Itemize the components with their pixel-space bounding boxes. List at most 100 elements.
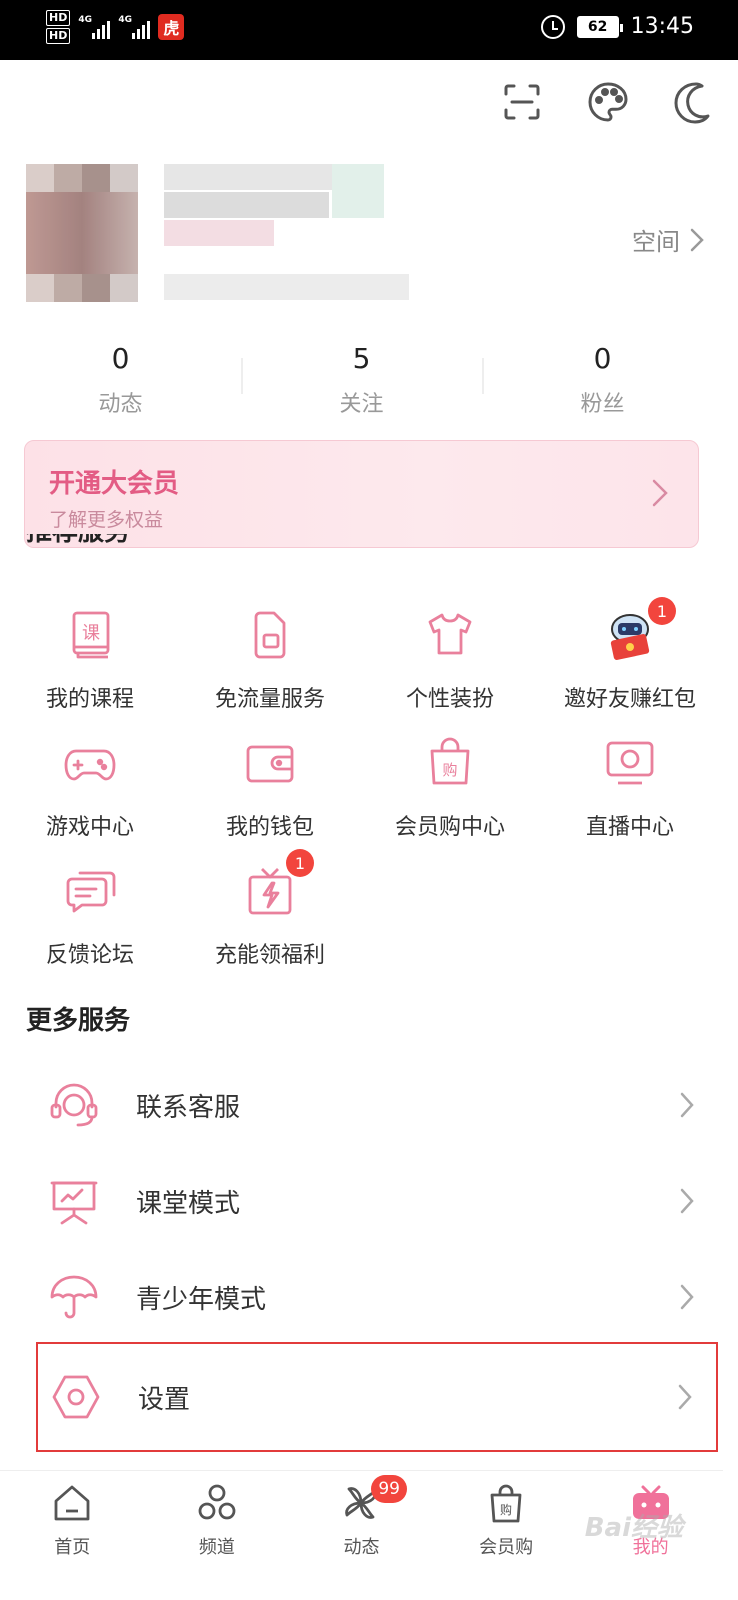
vip-title: 开通大会员 — [49, 469, 180, 499]
menu-label: 联系客服 — [136, 1092, 241, 1123]
home-icon — [54, 1485, 90, 1521]
sim-card-icon — [242, 607, 298, 663]
nav-label: 首页 — [54, 1537, 91, 1558]
umbrella-icon — [48, 1271, 100, 1323]
menu-teen-mode[interactable]: 青少年模式 — [36, 1249, 718, 1345]
scan-icon[interactable] — [500, 80, 544, 128]
stats-bar: 0 动态 5 关注 0 粉丝 — [0, 340, 723, 418]
tshirt-icon — [422, 607, 478, 663]
space-link-label: 空间 — [632, 228, 680, 256]
service-game-center[interactable]: 游戏中心 — [0, 735, 180, 841]
svg-text:购: 购 — [500, 1502, 512, 1517]
nav-channels[interactable]: 频道 — [145, 1471, 290, 1600]
service-label: 我的钱包 — [225, 815, 314, 840]
chat-bubbles-icon — [62, 863, 118, 919]
baidu-watermark: Bai经验 — [584, 1513, 683, 1543]
stat-label: 关注 — [339, 392, 384, 417]
notification-badge: 99 — [371, 1475, 408, 1503]
more-services-title: 更多服务 — [26, 1006, 131, 1036]
service-dress-up[interactable]: 个性装扮 — [360, 607, 540, 713]
service-label: 直播中心 — [585, 815, 674, 840]
notification-badge: 1 — [648, 597, 676, 625]
top-toolbar — [500, 80, 716, 128]
battery-icon: 62 — [576, 15, 623, 38]
service-label: 游戏中心 — [45, 815, 134, 840]
night-mode-icon[interactable] — [672, 80, 716, 128]
app-notification-icon: 虎 — [158, 14, 185, 40]
clock: 13:45 — [630, 14, 694, 39]
status-left: HD HD 4G 4G 虎 — [46, 10, 185, 44]
channels-icon — [198, 1484, 236, 1520]
stat-label: 粉丝 — [580, 392, 625, 417]
stat-value: 5 — [352, 342, 371, 375]
stat-label: 动态 — [98, 392, 143, 417]
service-charge-benefits[interactable]: 1 充能领福利 — [180, 849, 360, 969]
hd-indicator-1: HD — [46, 10, 71, 26]
vip-subtitle: 了解更多权益 — [49, 509, 164, 531]
signal-icon-2: 4G — [118, 15, 151, 39]
svg-text:课: 课 — [82, 623, 100, 644]
menu-label: 设置 — [138, 1384, 191, 1415]
menu-classroom-mode[interactable]: 课堂模式 — [36, 1153, 718, 1249]
stat-value: 0 — [111, 342, 130, 375]
classroom-board-icon — [48, 1175, 100, 1227]
username-blurred[interactable] — [164, 164, 414, 302]
chevron-right-icon — [680, 1284, 694, 1310]
chevron-right-icon — [690, 228, 704, 251]
nav-dynamics[interactable]: 99 动态 — [289, 1471, 434, 1600]
menu-label: 课堂模式 — [136, 1188, 241, 1219]
status-right: 62 13:45 — [540, 14, 694, 39]
theme-palette-icon[interactable] — [586, 80, 630, 128]
menu-settings[interactable]: 设置 — [36, 1342, 718, 1452]
menu-label: 青少年模式 — [136, 1284, 267, 1315]
stat-value: 0 — [593, 342, 612, 375]
service-my-courses[interactable]: 课 我的课程 — [0, 607, 180, 713]
svg-text:购: 购 — [442, 761, 457, 779]
chevron-right-icon — [652, 479, 668, 507]
space-link[interactable]: 空间 — [632, 222, 704, 257]
service-label: 我的课程 — [45, 687, 134, 712]
chevron-right-icon — [680, 1092, 694, 1118]
service-label: 邀好友赚红包 — [563, 687, 696, 712]
shopping-bag-icon: 购 — [490, 1484, 522, 1523]
service-vip-shopping[interactable]: 购 会员购中心 — [360, 735, 540, 841]
mascot-red-packet-icon: 1 — [602, 597, 676, 663]
chevron-right-icon — [680, 1188, 694, 1214]
notification-badge: 1 — [286, 849, 314, 877]
service-label: 充能领福利 — [214, 943, 325, 968]
wallet-icon — [242, 735, 298, 791]
gift-lightning-icon: 1 — [242, 849, 314, 919]
avatar[interactable] — [26, 164, 138, 302]
stat-dynamics[interactable]: 0 动态 — [0, 340, 241, 418]
service-feedback-forum[interactable]: 反馈论坛 — [0, 863, 180, 969]
nav-label: 会员购 — [479, 1537, 534, 1558]
status-bar: HD HD 4G 4G 虎 62 13:45 — [0, 0, 738, 60]
network-type-1: 4G — [78, 15, 92, 25]
stat-fans[interactable]: 0 粉丝 — [482, 340, 723, 418]
nav-home[interactable]: 首页 — [0, 1471, 145, 1600]
chevron-right-icon — [678, 1384, 692, 1410]
bottom-navigation: 首页 频道 99 动态 购 会员购 我的 Bai经验 — [0, 1470, 723, 1600]
settings-hexagon-icon — [50, 1371, 102, 1423]
nav-label: 频道 — [198, 1537, 235, 1558]
service-label: 会员购中心 — [394, 815, 505, 840]
headset-icon — [48, 1079, 100, 1131]
shopping-bag-icon: 购 — [422, 735, 478, 791]
course-book-icon: 课 — [62, 607, 118, 663]
service-wallet[interactable]: 我的钱包 — [180, 735, 360, 841]
service-invite-friends[interactable]: 1 邀好友赚红包 — [540, 597, 720, 713]
menu-contact-support[interactable]: 联系客服 — [36, 1057, 718, 1153]
hd-indicators: HD HD — [46, 10, 71, 44]
nav-label: 动态 — [343, 1537, 380, 1558]
stat-following[interactable]: 5 关注 — [241, 340, 482, 418]
service-label: 反馈论坛 — [45, 943, 134, 968]
gamepad-icon — [62, 735, 118, 791]
nav-vip-shop[interactable]: 购 会员购 — [434, 1471, 579, 1600]
recommended-title: 推荐服务 — [26, 534, 130, 558]
service-label: 个性装扮 — [405, 687, 494, 712]
service-free-data[interactable]: 免流量服务 — [180, 607, 360, 713]
service-live-center[interactable]: 直播中心 — [540, 735, 720, 841]
vip-banner[interactable]: 开通大会员 了解更多权益 — [24, 440, 699, 548]
hd-indicator-2: HD — [46, 28, 71, 44]
tv-live-icon — [602, 735, 658, 791]
